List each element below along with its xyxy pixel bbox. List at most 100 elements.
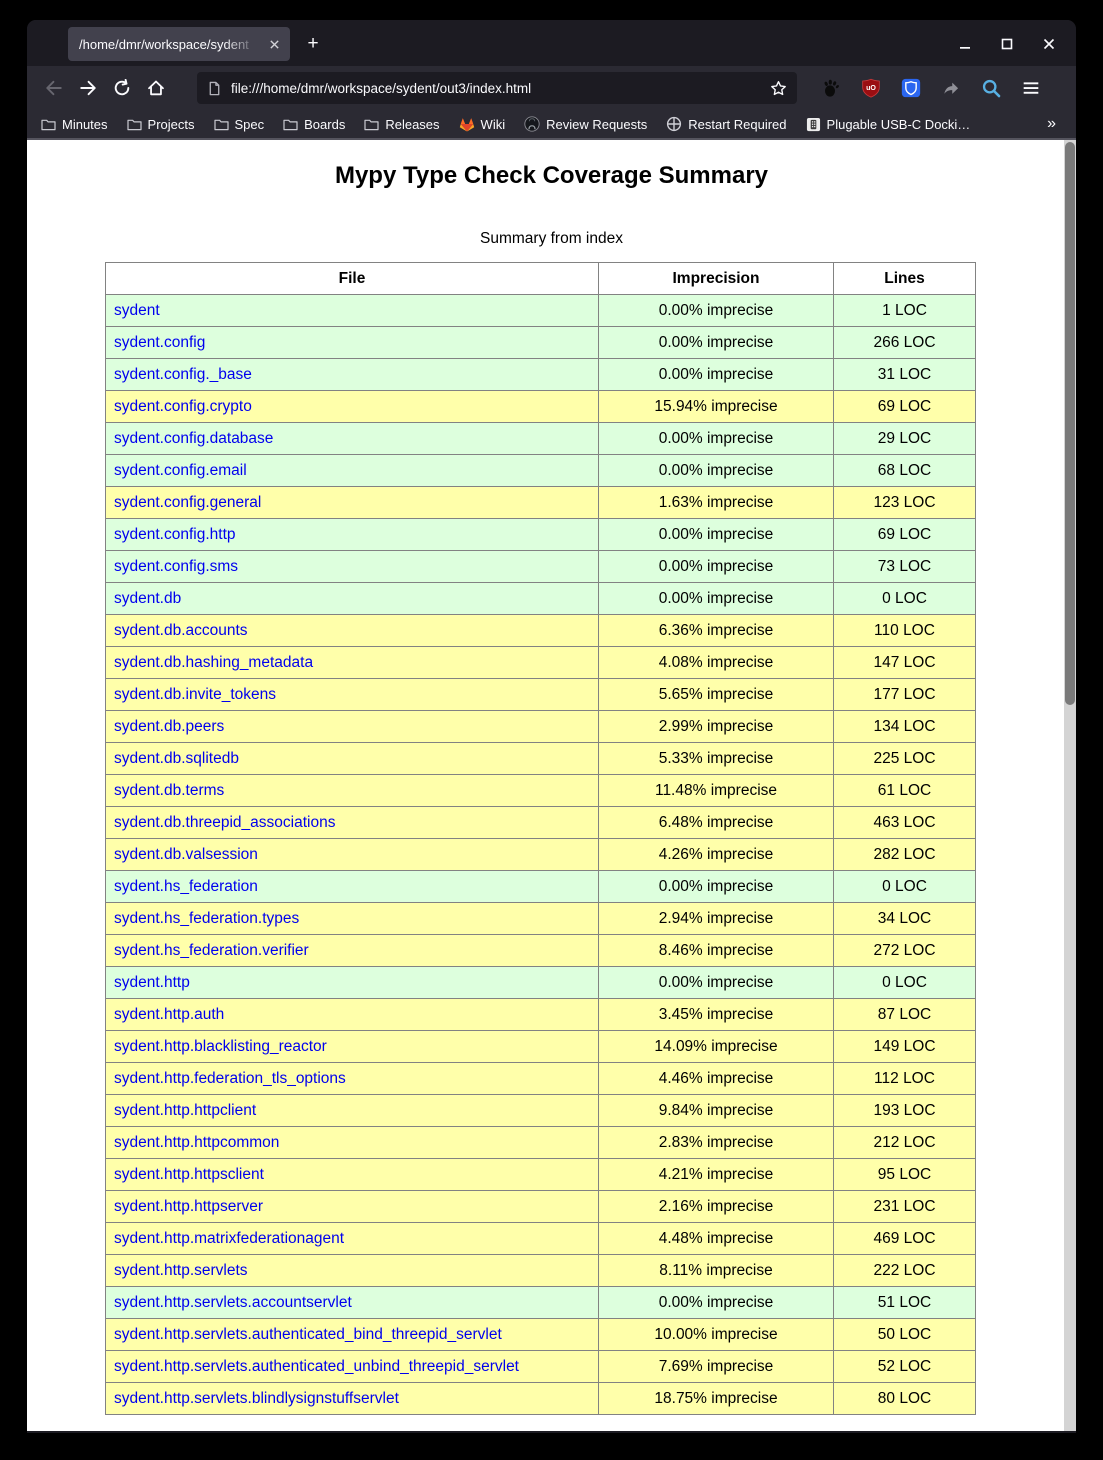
lines-cell: 225 LOC: [834, 743, 976, 775]
lines-cell: 0 LOC: [834, 967, 976, 999]
close-icon: [269, 39, 280, 50]
bookmark-review-requests[interactable]: Review Requests: [524, 116, 647, 132]
page-content: Mypy Type Check Coverage Summary Summary…: [27, 140, 1076, 1431]
table-row: sydent.config.sms 0.00% imprecise 73 LOC: [106, 551, 976, 583]
module-link[interactable]: sydent.db.invite_tokens: [114, 686, 276, 703]
bookmark-label: Restart Required: [688, 117, 786, 132]
module-link[interactable]: sydent.db: [114, 590, 181, 607]
module-link[interactable]: sydent.http.servlets: [114, 1262, 248, 1279]
imprecision-cell: 4.46% imprecise: [599, 1063, 834, 1095]
bookmark-plugable-dock[interactable]: Plugable USB-C Docki…: [806, 117, 971, 132]
module-link[interactable]: sydent.db.peers: [114, 718, 224, 735]
module-link[interactable]: sydent.http.httpclient: [114, 1102, 256, 1119]
table-row: sydent.http.httpsclient 4.21% imprecise …: [106, 1159, 976, 1191]
page-scrollbar-track[interactable]: [1064, 140, 1076, 1431]
bookmark-restart-required[interactable]: Restart Required: [666, 116, 786, 132]
column-header-imprecision: Imprecision: [599, 263, 834, 295]
share-arrow-icon: [941, 78, 961, 98]
module-link[interactable]: sydent: [114, 302, 160, 319]
module-link[interactable]: sydent.config.sms: [114, 558, 238, 575]
lines-cell: 69 LOC: [834, 519, 976, 551]
file-cell: sydent.db.accounts: [106, 615, 599, 647]
module-link[interactable]: sydent.http.httpsclient: [114, 1166, 264, 1183]
module-link[interactable]: sydent.hs_federation: [114, 878, 258, 895]
folder-icon: [214, 118, 229, 131]
reload-button[interactable]: [105, 71, 139, 105]
search-icon[interactable]: [979, 76, 1003, 100]
extension-arrow-icon[interactable]: [939, 76, 963, 100]
module-link[interactable]: sydent.config.http: [114, 526, 236, 543]
page-icon: [207, 81, 222, 96]
module-link[interactable]: sydent.http: [114, 974, 190, 991]
module-link[interactable]: sydent.db.hashing_metadata: [114, 654, 313, 671]
home-button[interactable]: [139, 71, 173, 105]
module-link[interactable]: sydent.http.matrixfederationagent: [114, 1230, 344, 1247]
dock-favicon: [806, 117, 821, 132]
bookmark-minutes[interactable]: Minutes: [41, 117, 108, 132]
imprecision-cell: 18.75% imprecise: [599, 1383, 834, 1415]
back-button[interactable]: [37, 71, 71, 105]
bookmark-wiki[interactable]: Wiki: [459, 117, 506, 132]
module-link[interactable]: sydent.http.federation_tls_options: [114, 1070, 346, 1087]
lines-cell: 95 LOC: [834, 1159, 976, 1191]
imprecision-cell: 0.00% imprecise: [599, 583, 834, 615]
file-cell: sydent.db.terms: [106, 775, 599, 807]
module-link[interactable]: sydent.http.httpcommon: [114, 1134, 279, 1151]
module-link[interactable]: sydent.http.servlets.accountservlet: [114, 1294, 352, 1311]
bookmark-star-icon[interactable]: [770, 80, 787, 97]
module-link[interactable]: sydent.config: [114, 334, 205, 351]
bitwarden-icon[interactable]: [899, 76, 923, 100]
module-link[interactable]: sydent.config.general: [114, 494, 261, 511]
page-title: Mypy Type Check Coverage Summary: [27, 140, 1076, 190]
module-link[interactable]: sydent.config.crypto: [114, 398, 252, 415]
module-link[interactable]: sydent.db.valsession: [114, 846, 258, 863]
module-link[interactable]: sydent.http.servlets.authenticated_unbin…: [114, 1358, 519, 1375]
module-link[interactable]: sydent.db.accounts: [114, 622, 248, 639]
file-cell: sydent.db.valsession: [106, 839, 599, 871]
module-link[interactable]: sydent.db.terms: [114, 782, 224, 799]
table-row: sydent.hs_federation.types 2.94% impreci…: [106, 903, 976, 935]
url-bar[interactable]: file:///home/dmr/workspace/sydent/out3/i…: [197, 72, 797, 104]
module-link[interactable]: sydent.config.email: [114, 462, 247, 479]
file-cell: sydent.db.threepid_associations: [106, 807, 599, 839]
module-link[interactable]: sydent.db.sqlitedb: [114, 750, 239, 767]
menu-button[interactable]: [1019, 76, 1043, 100]
bookmark-label: Wiki: [481, 117, 506, 132]
bookmarks-overflow-chevron[interactable]: »: [1047, 115, 1064, 133]
bookmarks-toolbar: Minutes Projects Spec Boards Releases: [27, 110, 1076, 140]
file-cell: sydent.http.httpsclient: [106, 1159, 599, 1191]
url-text[interactable]: file:///home/dmr/workspace/sydent/out3/i…: [231, 81, 761, 96]
module-link[interactable]: sydent.http.httpserver: [114, 1198, 263, 1215]
table-row: sydent.http.blacklisting_reactor 14.09% …: [106, 1031, 976, 1063]
gnome-extension-icon[interactable]: [819, 76, 843, 100]
ublock-origin-icon[interactable]: uO: [859, 76, 883, 100]
lines-cell: 177 LOC: [834, 679, 976, 711]
lines-cell: 31 LOC: [834, 359, 976, 391]
minimize-button[interactable]: [952, 31, 978, 57]
forward-button[interactable]: [71, 71, 105, 105]
new-tab-button[interactable]: +: [298, 29, 328, 59]
browser-tab[interactable]: /home/dmr/workspace/sydent: [68, 27, 290, 61]
module-link[interactable]: sydent.db.threepid_associations: [114, 814, 335, 831]
module-link[interactable]: sydent.http.servlets.blindlysignstuffser…: [114, 1390, 399, 1407]
close-window-button[interactable]: [1036, 31, 1062, 57]
bookmark-boards[interactable]: Boards: [283, 117, 345, 132]
bookmark-releases[interactable]: Releases: [364, 117, 439, 132]
file-cell: sydent.http.servlets.authenticated_bind_…: [106, 1319, 599, 1351]
imprecision-cell: 0.00% imprecise: [599, 519, 834, 551]
maximize-button[interactable]: [994, 31, 1020, 57]
module-link[interactable]: sydent.hs_federation.verifier: [114, 942, 309, 959]
module-link[interactable]: sydent.http.blacklisting_reactor: [114, 1038, 327, 1055]
lines-cell: 73 LOC: [834, 551, 976, 583]
module-link[interactable]: sydent.hs_federation.types: [114, 910, 299, 927]
bookmark-spec[interactable]: Spec: [214, 117, 265, 132]
file-cell: sydent.config.crypto: [106, 391, 599, 423]
table-header-row: File Imprecision Lines: [106, 263, 976, 295]
module-link[interactable]: sydent.http.auth: [114, 1006, 224, 1023]
module-link[interactable]: sydent.http.servlets.authenticated_bind_…: [114, 1326, 502, 1343]
tab-close-button[interactable]: [264, 34, 284, 54]
module-link[interactable]: sydent.config._base: [114, 366, 252, 383]
bookmark-projects[interactable]: Projects: [127, 117, 195, 132]
module-link[interactable]: sydent.config.database: [114, 430, 273, 447]
page-scrollbar-thumb[interactable]: [1065, 142, 1075, 705]
